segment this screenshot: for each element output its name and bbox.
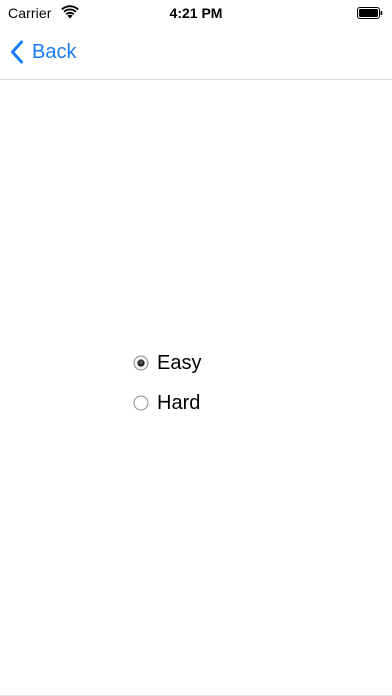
navigation-bar: Back [0, 26, 392, 80]
radio-label-easy: Easy [157, 351, 202, 374]
status-time: 4:21 PM [169, 5, 223, 21]
radio-unselected-icon[interactable] [133, 395, 149, 411]
status-bar: Carrier 4:21 PM [0, 0, 392, 26]
back-button[interactable]: Back [10, 39, 76, 65]
chevron-left-icon [11, 40, 23, 64]
radio-option-easy[interactable]: Easy [133, 349, 201, 377]
back-button-label: Back [32, 40, 77, 63]
radio-selected-icon[interactable] [133, 355, 149, 371]
battery-full-icon [357, 7, 383, 19]
radio-option-hard[interactable]: Hard [133, 389, 201, 417]
radio-label-hard: Hard [157, 391, 201, 414]
screen: Carrier 4:21 PM Back Easy Hard [0, 0, 392, 696]
difficulty-radio-group: Easy Hard [133, 349, 201, 429]
